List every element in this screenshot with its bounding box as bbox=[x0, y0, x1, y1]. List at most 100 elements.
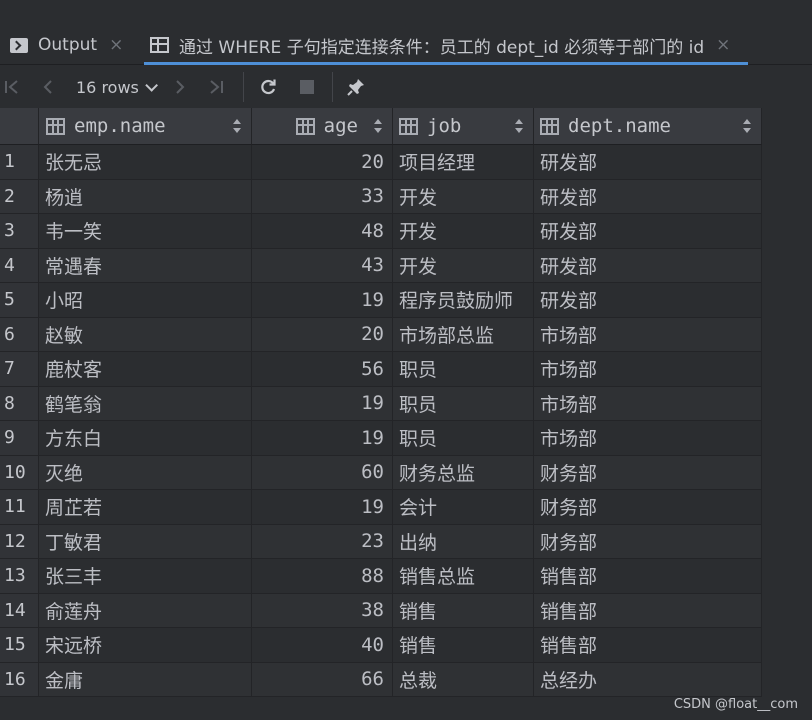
cell-age[interactable]: 20 bbox=[252, 317, 393, 352]
cell-emp-name[interactable]: 方东白 bbox=[39, 421, 252, 456]
cell-job[interactable]: 程序员鼓励师 bbox=[393, 283, 534, 318]
table-row[interactable]: 11 周芷若 19 会计 财务部 bbox=[0, 490, 762, 525]
cell-dept-name[interactable]: 市场部 bbox=[534, 317, 762, 352]
cell-dept-name[interactable]: 总经办 bbox=[534, 662, 762, 697]
row-number[interactable]: 7 bbox=[0, 352, 39, 387]
table-row[interactable]: 14 俞莲舟 38 销售 销售部 bbox=[0, 593, 762, 628]
row-number[interactable]: 10 bbox=[0, 455, 39, 490]
cell-dept-name[interactable]: 研发部 bbox=[534, 145, 762, 180]
cell-dept-name[interactable]: 市场部 bbox=[534, 352, 762, 387]
column-header-dept-name[interactable]: dept.name bbox=[534, 108, 762, 145]
cell-job[interactable]: 职员 bbox=[393, 352, 534, 387]
cell-emp-name[interactable]: 俞莲舟 bbox=[39, 593, 252, 628]
cell-dept-name[interactable]: 销售部 bbox=[534, 559, 762, 594]
column-header-job[interactable]: job bbox=[393, 108, 534, 145]
tab-query-result[interactable]: 通过 WHERE 子句指定连接条件：员工的 dept_id 必须等于部门的 id… bbox=[143, 30, 749, 65]
cell-emp-name[interactable]: 鹤笔翁 bbox=[39, 386, 252, 421]
table-row[interactable]: 7 鹿杖客 56 职员 市场部 bbox=[0, 352, 762, 387]
close-icon[interactable]: × bbox=[716, 35, 730, 55]
table-row[interactable]: 3 韦一笑 48 开发 研发部 bbox=[0, 214, 762, 249]
stop-icon[interactable] bbox=[296, 76, 318, 98]
tab-output[interactable]: Output × bbox=[10, 30, 123, 60]
cell-age[interactable]: 88 bbox=[252, 559, 393, 594]
row-number[interactable]: 14 bbox=[0, 593, 39, 628]
table-row[interactable]: 8 鹤笔翁 19 职员 市场部 bbox=[0, 386, 762, 421]
cell-emp-name[interactable]: 灭绝 bbox=[39, 455, 252, 490]
cell-emp-name[interactable]: 鹿杖客 bbox=[39, 352, 252, 387]
cell-dept-name[interactable]: 财务部 bbox=[534, 455, 762, 490]
cell-age[interactable]: 48 bbox=[252, 214, 393, 249]
cell-age[interactable]: 43 bbox=[252, 248, 393, 283]
row-number[interactable]: 4 bbox=[0, 248, 39, 283]
cell-age[interactable]: 19 bbox=[252, 490, 393, 525]
cell-job[interactable]: 职员 bbox=[393, 421, 534, 456]
table-row[interactable]: 15 宋远桥 40 销售 销售部 bbox=[0, 628, 762, 663]
first-page-icon[interactable] bbox=[2, 76, 22, 98]
cell-job[interactable]: 销售 bbox=[393, 628, 534, 663]
cell-age[interactable]: 33 bbox=[252, 179, 393, 214]
cell-age[interactable]: 20 bbox=[252, 145, 393, 180]
cell-dept-name[interactable]: 市场部 bbox=[534, 386, 762, 421]
cell-emp-name[interactable]: 丁敏君 bbox=[39, 524, 252, 559]
cell-emp-name[interactable]: 张无忌 bbox=[39, 145, 252, 180]
refresh-icon[interactable] bbox=[256, 76, 280, 98]
cell-job[interactable]: 职员 bbox=[393, 386, 534, 421]
cell-dept-name[interactable]: 研发部 bbox=[534, 248, 762, 283]
cell-age[interactable]: 19 bbox=[252, 421, 393, 456]
row-number[interactable]: 5 bbox=[0, 283, 39, 318]
cell-age[interactable]: 66 bbox=[252, 662, 393, 697]
cell-job[interactable]: 销售 bbox=[393, 593, 534, 628]
row-number[interactable]: 9 bbox=[0, 421, 39, 456]
row-number[interactable]: 8 bbox=[0, 386, 39, 421]
pin-icon[interactable] bbox=[344, 76, 368, 98]
cell-job[interactable]: 开发 bbox=[393, 248, 534, 283]
row-number[interactable]: 15 bbox=[0, 628, 39, 663]
close-icon[interactable]: × bbox=[109, 35, 123, 55]
cell-job[interactable]: 开发 bbox=[393, 214, 534, 249]
column-header-emp-name[interactable]: emp.name bbox=[39, 108, 252, 145]
cell-dept-name[interactable]: 销售部 bbox=[534, 593, 762, 628]
cell-job[interactable]: 出纳 bbox=[393, 524, 534, 559]
cell-age[interactable]: 40 bbox=[252, 628, 393, 663]
column-header-age[interactable]: age bbox=[252, 108, 393, 145]
cell-job[interactable]: 项目经理 bbox=[393, 145, 534, 180]
sort-icon[interactable] bbox=[233, 119, 241, 133]
table-row[interactable]: 13 张三丰 88 销售总监 销售部 bbox=[0, 559, 762, 594]
table-row[interactable]: 9 方东白 19 职员 市场部 bbox=[0, 421, 762, 456]
cell-dept-name[interactable]: 研发部 bbox=[534, 214, 762, 249]
row-number[interactable]: 3 bbox=[0, 214, 39, 249]
row-number[interactable]: 12 bbox=[0, 524, 39, 559]
cell-emp-name[interactable]: 赵敏 bbox=[39, 317, 252, 352]
cell-dept-name[interactable]: 研发部 bbox=[534, 283, 762, 318]
cell-dept-name[interactable]: 研发部 bbox=[534, 179, 762, 214]
prev-page-icon[interactable] bbox=[38, 76, 58, 98]
row-number[interactable]: 6 bbox=[0, 317, 39, 352]
table-row[interactable]: 10 灭绝 60 财务总监 财务部 bbox=[0, 455, 762, 490]
cell-emp-name[interactable]: 韦一笑 bbox=[39, 214, 252, 249]
cell-emp-name[interactable]: 小昭 bbox=[39, 283, 252, 318]
cell-emp-name[interactable]: 杨逍 bbox=[39, 179, 252, 214]
table-row[interactable]: 16 金庸 66 总裁 总经办 bbox=[0, 662, 762, 697]
cell-age[interactable]: 19 bbox=[252, 283, 393, 318]
cell-age[interactable]: 23 bbox=[252, 524, 393, 559]
cell-emp-name[interactable]: 宋远桥 bbox=[39, 628, 252, 663]
cell-emp-name[interactable]: 周芷若 bbox=[39, 490, 252, 525]
cell-dept-name[interactable]: 市场部 bbox=[534, 421, 762, 456]
row-number[interactable]: 2 bbox=[0, 179, 39, 214]
table-row[interactable]: 4 常遇春 43 开发 研发部 bbox=[0, 248, 762, 283]
sort-icon[interactable] bbox=[743, 119, 751, 133]
cell-age[interactable]: 38 bbox=[252, 593, 393, 628]
table-row[interactable]: 5 小昭 19 程序员鼓励师 研发部 bbox=[0, 283, 762, 318]
last-page-icon[interactable] bbox=[206, 76, 226, 98]
row-number[interactable]: 1 bbox=[0, 145, 39, 180]
row-number[interactable]: 13 bbox=[0, 559, 39, 594]
cell-age[interactable]: 60 bbox=[252, 455, 393, 490]
cell-dept-name[interactable]: 财务部 bbox=[534, 524, 762, 559]
cell-job[interactable]: 开发 bbox=[393, 179, 534, 214]
table-row[interactable]: 6 赵敏 20 市场部总监 市场部 bbox=[0, 317, 762, 352]
cell-job[interactable]: 市场部总监 bbox=[393, 317, 534, 352]
table-row[interactable]: 2 杨逍 33 开发 研发部 bbox=[0, 179, 762, 214]
cell-dept-name[interactable]: 销售部 bbox=[534, 628, 762, 663]
row-number[interactable]: 11 bbox=[0, 490, 39, 525]
table-row[interactable]: 12 丁敏君 23 出纳 财务部 bbox=[0, 524, 762, 559]
